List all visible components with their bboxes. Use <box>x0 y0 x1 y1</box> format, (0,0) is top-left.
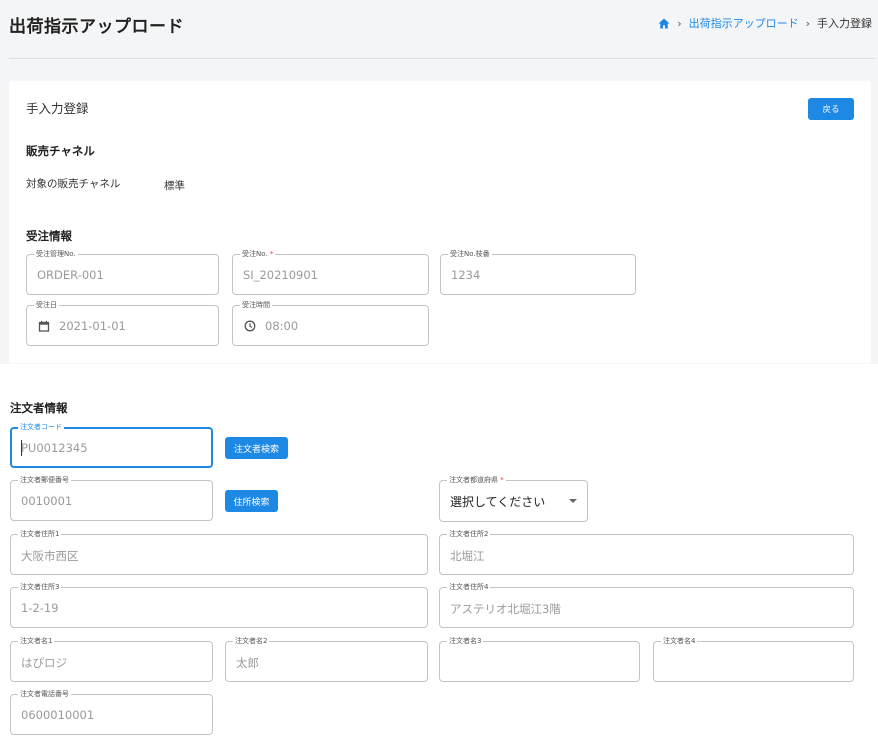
breadcrumb-current: 手入力登録 <box>817 17 872 30</box>
field-value: 太郎 <box>236 656 259 670</box>
field-value: ORDER-001 <box>37 268 104 282</box>
field-value: 0600010001 <box>21 708 95 722</box>
chevron-down-icon[interactable] <box>569 499 577 503</box>
field-value: 1234 <box>451 268 481 282</box>
card-heading: 手入力登録 <box>26 101 89 116</box>
orderer-name1-field[interactable]: 注文者名1 はぴロジ <box>10 636 213 682</box>
manual-entry-card: 手入力登録 戻る 販売チャネル 対象の販売チャネル 標準 受注情報 受注管理No… <box>9 81 871 363</box>
address-search-button[interactable]: 住所検索 <box>225 490 278 512</box>
field-label: 注文者名4 <box>661 636 698 646</box>
field-label: 受注管理No. <box>34 249 78 259</box>
required-mark: * <box>500 476 504 484</box>
required-mark: * <box>269 250 274 258</box>
field-label: 受注No.枝番 <box>448 249 492 259</box>
field-value: 1-2-19 <box>21 601 59 615</box>
section-title-orderer-info: 注文者情報 <box>10 401 68 415</box>
field-label: 注文者住所1 <box>18 529 62 539</box>
clock-icon[interactable] <box>244 320 256 332</box>
field-label: 注文者名3 <box>447 636 484 646</box>
orderer-name3-field[interactable]: 注文者名3 <box>439 636 640 682</box>
orderer-name4-field[interactable]: 注文者名4 <box>653 636 854 682</box>
field-value: 大阪市西区 <box>21 549 79 563</box>
field-value: 0010001 <box>21 494 73 508</box>
field-label: 注文者住所2 <box>447 529 491 539</box>
field-value: はぴロジ <box>21 656 67 670</box>
orderer-info-card: 注文者情報 注文者コード PU0012345 注文者検索 注文者郵便番号 001… <box>0 364 878 747</box>
field-label: 注文者名1 <box>18 636 55 646</box>
field-label: 注文者電話番号 <box>18 689 71 699</box>
orderer-phone-field[interactable]: 注文者電話番号 0600010001 <box>10 689 213 735</box>
orderer-search-button[interactable]: 注文者検索 <box>225 437 288 459</box>
order-management-no-field[interactable]: 受注管理No. ORDER-001 <box>26 249 219 295</box>
field-label: 注文者名2 <box>233 636 270 646</box>
field-label: 注文者コード <box>18 422 64 432</box>
order-branch-no-field[interactable]: 受注No.枝番 1234 <box>440 249 636 295</box>
header-divider <box>9 58 875 59</box>
sales-channel-label: 対象の販売チャネル <box>26 178 121 190</box>
breadcrumb-link-upload[interactable]: 出荷指示アップロード <box>689 15 799 31</box>
back-button[interactable]: 戻る <box>808 98 854 120</box>
field-label: 注文者住所4 <box>447 582 491 592</box>
order-time-field[interactable]: 受注時間 08:00 <box>232 300 429 346</box>
orderer-postal-code-field[interactable]: 注文者郵便番号 0010001 <box>10 475 213 521</box>
field-value: PU0012345 <box>21 441 88 455</box>
select-value: 選択してください <box>450 495 546 509</box>
field-label: 注文者住所3 <box>18 582 62 592</box>
chevron-right-icon: › <box>677 16 682 30</box>
chevron-right-icon: › <box>805 16 810 30</box>
orderer-address3-field[interactable]: 注文者住所3 1-2-19 <box>10 582 428 628</box>
orderer-name2-field[interactable]: 注文者名2 太郎 <box>225 636 428 682</box>
page-title: 出荷指示アップロード <box>9 17 184 37</box>
field-value: 北堀江 <box>450 549 485 563</box>
home-icon[interactable] <box>658 18 670 29</box>
section-title-sales-channel: 販売チャネル <box>26 144 95 158</box>
field-value: 2021-01-01 <box>59 319 126 333</box>
field-label: 注文者郵便番号 <box>18 475 71 485</box>
breadcrumb: › 出荷指示アップロード › 手入力登録 <box>658 15 872 31</box>
orderer-address2-field[interactable]: 注文者住所2 北堀江 <box>439 529 854 575</box>
sales-channel-value: 標準 <box>164 180 185 192</box>
field-label: 受注No. * <box>240 249 276 259</box>
calendar-icon[interactable] <box>38 320 50 332</box>
section-title-order-info: 受注情報 <box>26 229 72 243</box>
field-label: 受注時間 <box>240 300 272 310</box>
orderer-code-input[interactable]: 注文者コード PU0012345 <box>10 422 213 468</box>
field-label: 受注日 <box>34 300 59 310</box>
field-value: SI_20210901 <box>243 268 318 282</box>
orderer-address1-field[interactable]: 注文者住所1 大阪市西区 <box>10 529 428 575</box>
orderer-prefecture-select[interactable]: 注文者都道府県 * 選択してください <box>439 475 588 522</box>
order-no-field[interactable]: 受注No. * SI_20210901 <box>232 249 429 295</box>
field-value: 08:00 <box>265 319 299 333</box>
orderer-address4-field[interactable]: 注文者住所4 アステリオ北堀江3階 <box>439 582 854 628</box>
field-value: アステリオ北堀江3階 <box>450 602 561 616</box>
field-label: 注文者都道府県 * <box>447 475 506 485</box>
order-date-field[interactable]: 受注日 2021-01-01 <box>26 300 219 346</box>
